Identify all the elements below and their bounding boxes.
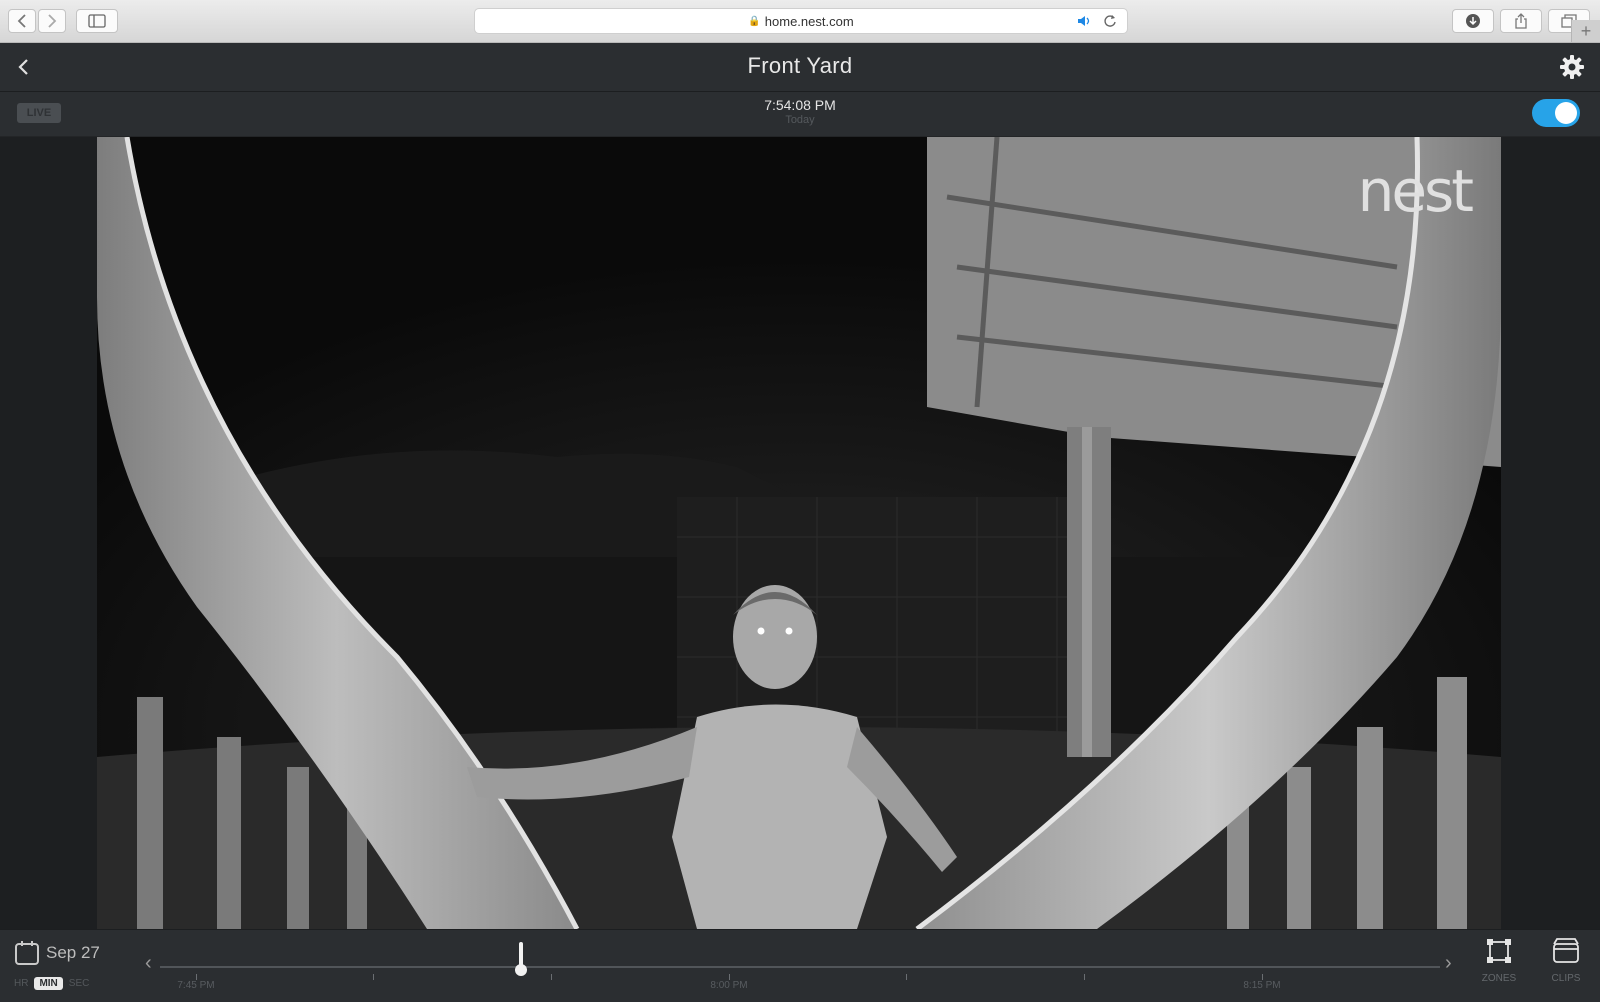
timeline-track[interactable] (160, 966, 1440, 968)
video-area: nest (0, 137, 1600, 929)
browser-toolbar: 🔒 home.nest.com + (0, 0, 1600, 43)
timestamp: 7:54:08 PM Today (0, 97, 1600, 126)
url-text: home.nest.com (764, 13, 854, 29)
selected-date: Sep 27 (46, 943, 100, 962)
new-tab-button[interactable]: + (1571, 20, 1600, 42)
share-button[interactable] (1500, 9, 1542, 33)
sidebar-icon (88, 14, 106, 28)
sidebar-button[interactable] (76, 9, 118, 33)
timeline-tick (373, 974, 374, 980)
timeline-tick (1084, 974, 1085, 980)
camera-feed[interactable]: nest (97, 137, 1501, 929)
back-arrow-icon (17, 14, 26, 28)
download-button[interactable] (1452, 9, 1494, 33)
nest-watermark: nest (1357, 157, 1474, 225)
current-day: Today (785, 114, 815, 126)
timeline-scrubber-handle[interactable] (515, 964, 527, 976)
timeline-tick (906, 974, 907, 980)
timeline-tick (551, 974, 552, 980)
download-icon (1466, 14, 1480, 28)
zones-button[interactable]: ZONES (1476, 938, 1522, 984)
gear-icon (1560, 55, 1584, 79)
scale-sec[interactable]: SEC (69, 978, 90, 989)
reload-icon[interactable] (1103, 14, 1117, 28)
clips-icon (1553, 938, 1579, 963)
settings-button[interactable] (1558, 53, 1586, 81)
page-title: Front Yard (747, 53, 853, 78)
address-bar[interactable]: 🔒 home.nest.com (474, 8, 1128, 34)
lock-icon: 🔒 (748, 15, 761, 27)
timeline-label: 7:45 PM (177, 980, 215, 991)
app-header: Front Yard (0, 43, 1600, 92)
status-bar: LIVE 7:54:08 PM Today (0, 92, 1600, 136)
scale-hr[interactable]: HR (14, 978, 28, 989)
browser-back-button[interactable] (8, 9, 36, 33)
current-time: 7:54:08 PM (764, 97, 836, 113)
zoom-scale: HR MIN SEC (14, 977, 89, 990)
zones-label: ZONES (1481, 973, 1517, 984)
camera-image (97, 137, 1501, 929)
timeline-next-button[interactable]: › (1445, 952, 1452, 975)
timeline-prev-button[interactable]: ‹ (145, 952, 152, 975)
clips-label: CLIPS (1551, 973, 1581, 984)
toggle-knob (1555, 102, 1577, 124)
browser-forward-button[interactable] (38, 9, 66, 33)
scale-min[interactable]: MIN (34, 977, 63, 990)
timeline-label: 8:15 PM (1243, 980, 1281, 991)
share-icon (1515, 13, 1527, 29)
timeline-bar: Sep 27 HR MIN SEC ‹ › 7:45 PM 8:00 PM 8:… (0, 929, 1600, 1002)
timeline-label: 8:00 PM (710, 980, 748, 991)
forward-arrow-icon (48, 14, 57, 28)
clips-button[interactable]: CLIPS (1543, 938, 1589, 984)
date-picker-button[interactable]: Sep 27 (14, 940, 100, 966)
speaker-icon[interactable] (1077, 15, 1093, 27)
calendar-icon (15, 941, 39, 965)
camera-power-toggle[interactable] (1532, 99, 1580, 127)
zones-icon (1487, 939, 1511, 963)
